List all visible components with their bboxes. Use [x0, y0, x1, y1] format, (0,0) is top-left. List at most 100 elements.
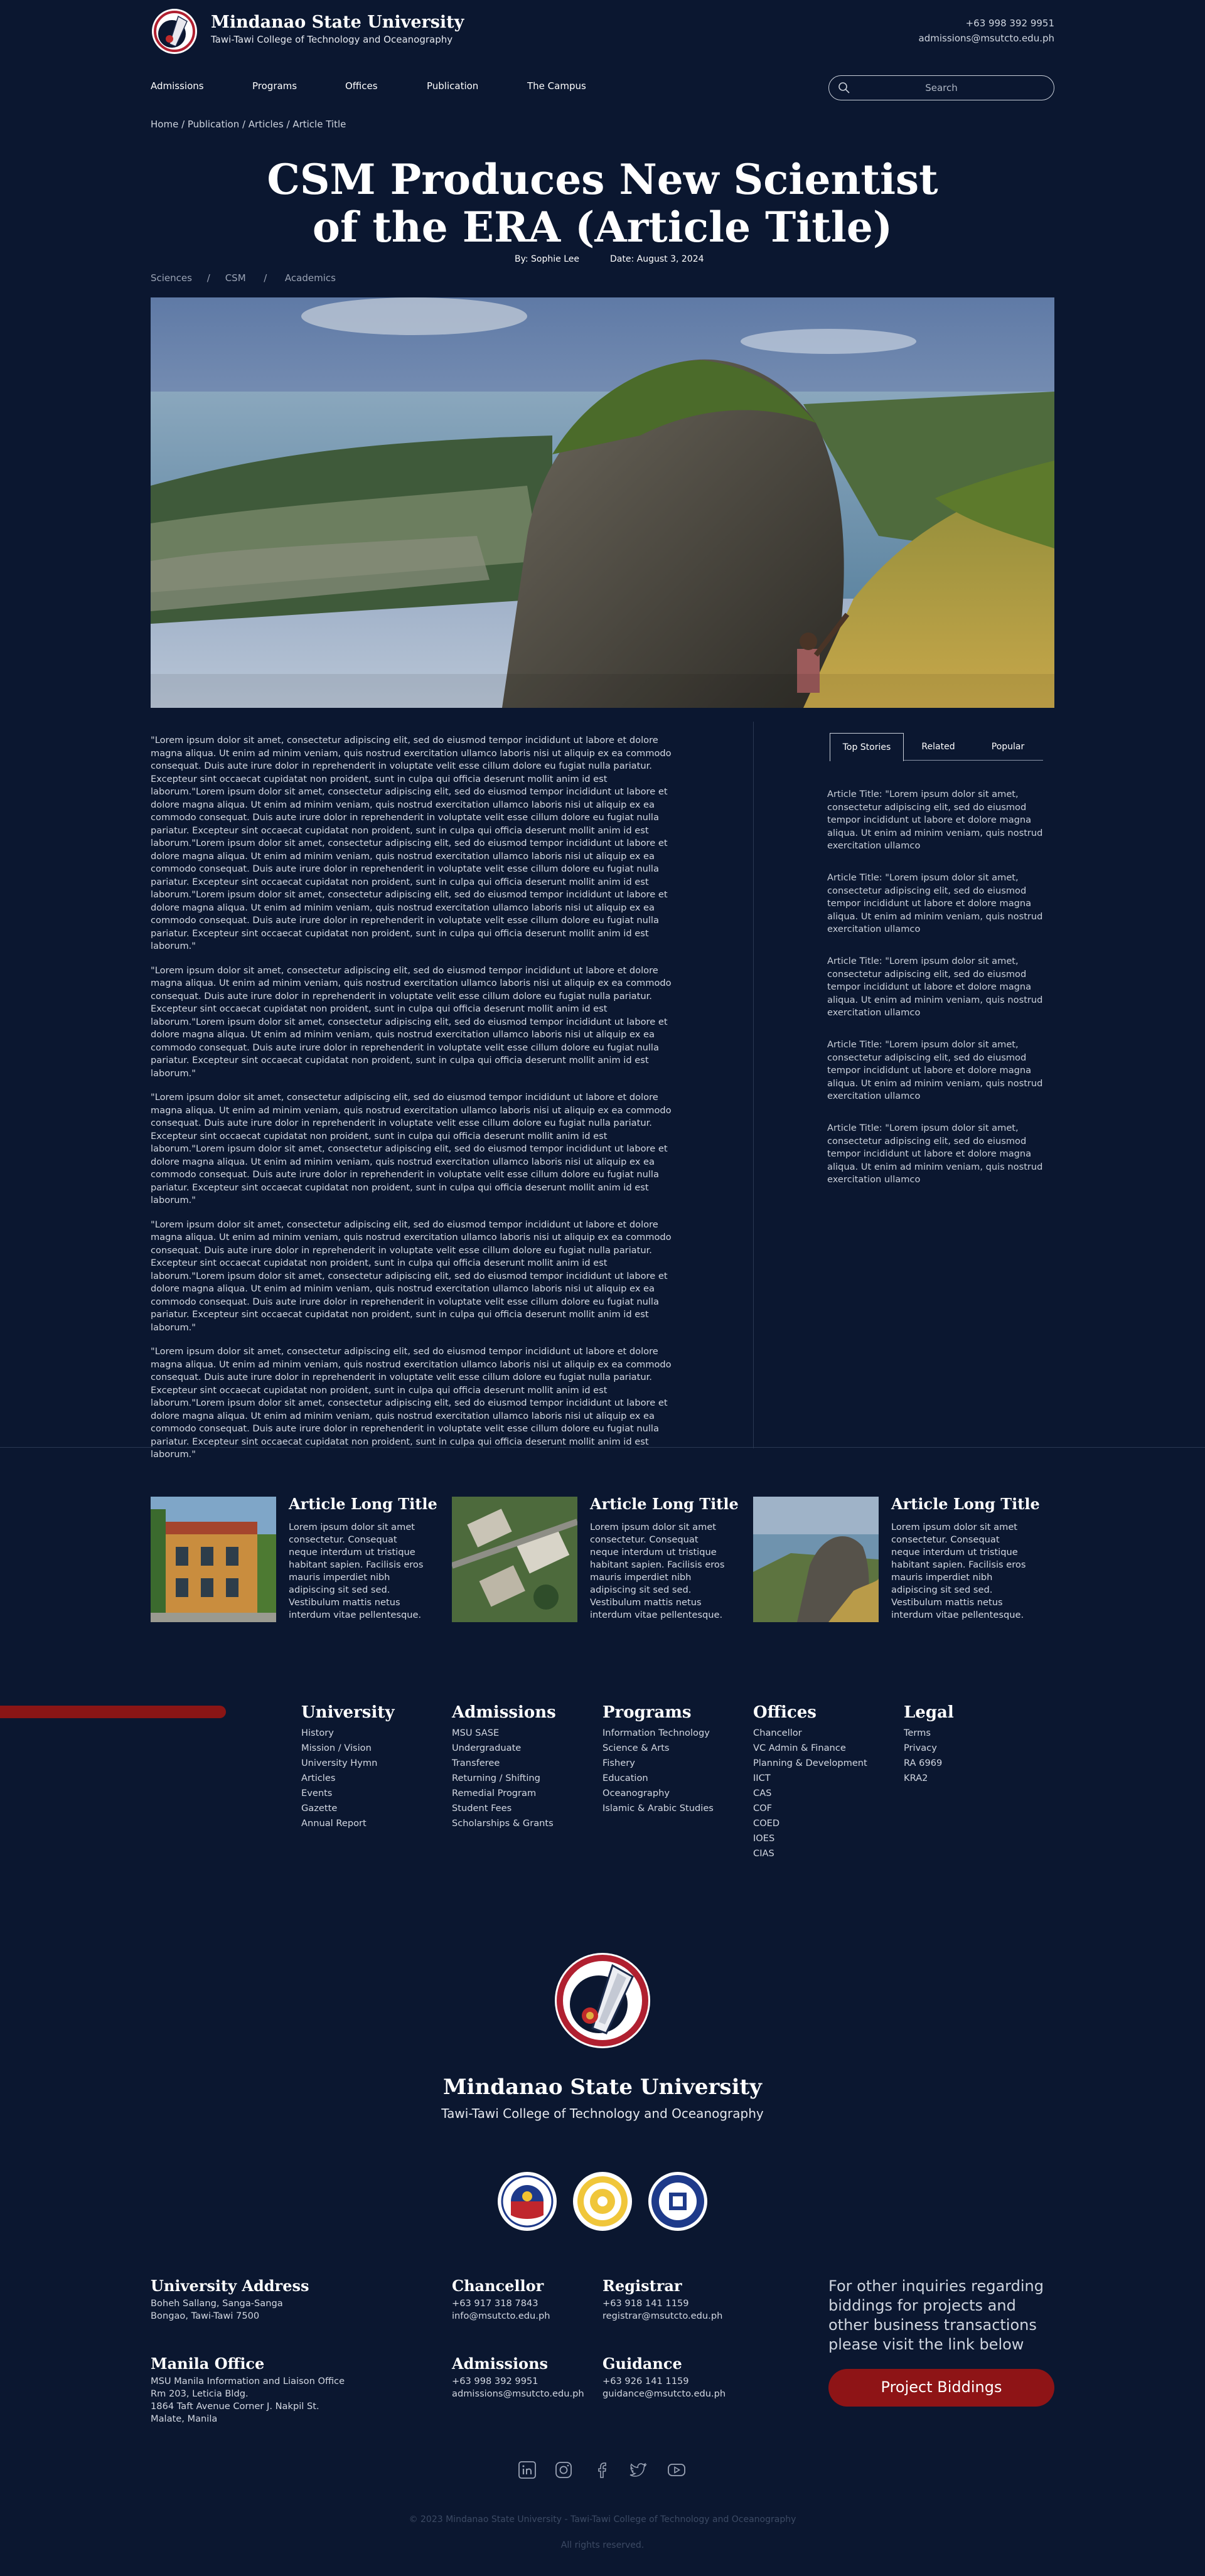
footer-link[interactable]: IICT [753, 1771, 867, 1786]
footer-link[interactable]: KRA2 [904, 1771, 954, 1786]
guidance-contact: Guidance +63 926 141 1159 guidance@msutc… [602, 2354, 726, 2400]
chancellor-contact: Chancellor +63 917 318 7843 info@msutcto… [452, 2277, 550, 2322]
contact-email[interactable]: guidance@msutcto.edu.ph [602, 2388, 726, 2400]
story-item[interactable]: Article Title: "Lorem ipsum dolor sit am… [827, 955, 1054, 1039]
header-email[interactable]: admissions@msutcto.edu.ph [919, 33, 1054, 44]
article-date: Date: August 3, 2024 [610, 254, 704, 264]
footer-link[interactable]: Remedial Program [452, 1786, 556, 1801]
article-paragraph: "Lorem ipsum dolor sit amet, consectetur… [151, 1092, 672, 1205]
footer-link[interactable]: Transferee [452, 1756, 556, 1771]
column-divider [753, 722, 754, 1448]
story-item[interactable]: Article Title: "Lorem ipsum dolor sit am… [827, 788, 1054, 872]
footer-link[interactable]: CAS [753, 1786, 867, 1801]
main-nav: Admissions Programs Offices Publication … [151, 80, 586, 92]
footer-link[interactable]: Annual Report [301, 1816, 394, 1831]
card-title[interactable]: Article Long Title [289, 1495, 437, 1513]
nav-publication[interactable]: Publication [427, 80, 527, 92]
footer-link[interactable]: IOES [753, 1831, 867, 1846]
footer-link[interactable]: Returning / Shifting [452, 1771, 556, 1786]
contact-line: 1864 Taft Avenue Corner J. Nakpil St. [151, 2401, 319, 2412]
card-excerpt: Lorem ipsum dolor sit amet consectetur. … [891, 1522, 1026, 1620]
article-paragraph: "Lorem ipsum dolor sit amet, consectetur… [151, 1219, 672, 1333]
footer-link[interactable]: Privacy [904, 1741, 954, 1756]
footer-link[interactable]: MSU SASE [452, 1726, 556, 1741]
registrar-contact: Registrar +63 918 141 1159 registrar@msu… [602, 2277, 722, 2322]
card-image[interactable] [753, 1497, 879, 1622]
nav-offices[interactable]: Offices [345, 80, 427, 92]
twitter-icon[interactable] [628, 2460, 648, 2480]
footer-link[interactable]: RA 6969 [904, 1756, 954, 1771]
government-seal-logo [498, 2172, 557, 2231]
contact-line: Bongao, Tawi-Tawi 7500 [151, 2311, 260, 2321]
tab-top-stories[interactable]: Top Stories [830, 733, 904, 761]
nav-the-campus[interactable]: The Campus [527, 80, 586, 92]
youtube-icon[interactable] [667, 2460, 687, 2480]
footer-link[interactable]: Articles [301, 1771, 394, 1786]
article-tags[interactable]: Sciences / CSM / Academics [151, 272, 336, 284]
card-image[interactable] [151, 1497, 276, 1622]
article-title-line-2: of the ERA (Article Title) [312, 203, 893, 252]
contact-title: Admissions [452, 2354, 549, 2373]
header-phone: +63 998 392 9951 [965, 18, 1054, 29]
nav-admissions[interactable]: Admissions [151, 80, 252, 92]
footer-column-title: Legal [904, 1703, 954, 1722]
footer-link[interactable]: Science & Arts [602, 1741, 714, 1756]
footer-link[interactable]: Planning & Development [753, 1756, 867, 1771]
ched-seal-logo [573, 2172, 632, 2231]
footer-link[interactable]: VC Admin & Finance [753, 1741, 867, 1756]
contact-email[interactable]: registrar@msutcto.edu.ph [602, 2310, 722, 2322]
footer-link[interactable]: Oceanography [602, 1786, 714, 1801]
footer-link[interactable]: Terms [904, 1726, 954, 1741]
footer-link[interactable]: COED [753, 1816, 867, 1831]
footer-link[interactable]: Education [602, 1771, 714, 1786]
linkedin-icon[interactable] [517, 2460, 537, 2480]
footer-link[interactable]: Information Technology [602, 1726, 714, 1741]
tab-related[interactable]: Related [904, 733, 973, 761]
search-input[interactable]: Search [828, 75, 1054, 100]
article-paragraph: "Lorem ipsum dolor sit amet, consectetur… [151, 735, 672, 951]
story-item[interactable]: Article Title: "Lorem ipsum dolor sit am… [827, 872, 1054, 955]
tab-popular[interactable]: Popular [973, 733, 1043, 761]
footer-link[interactable]: Student Fees [452, 1801, 556, 1816]
contact-email[interactable]: info@msutcto.edu.ph [452, 2310, 550, 2322]
footer-link[interactable]: Scholarships & Grants [452, 1816, 556, 1831]
breadcrumb[interactable]: Home / Publication / Articles / Article … [151, 119, 346, 130]
facebook-icon[interactable] [592, 2460, 613, 2480]
footer-link[interactable]: University Hymn [301, 1756, 394, 1771]
nav-programs[interactable]: Programs [252, 80, 345, 92]
story-item[interactable]: Article Title: "Lorem ipsum dolor sit am… [827, 1039, 1054, 1122]
footer-college-name: Tawi-Tawi College of Technology and Ocea… [441, 2106, 764, 2121]
footer-column-university: University History Mission / Vision Univ… [301, 1703, 394, 1831]
footer-link[interactable]: CIAS [753, 1846, 867, 1861]
deped-seal-logo [648, 2172, 707, 2231]
footer-column-title: Programs [602, 1703, 692, 1722]
card-image[interactable] [452, 1497, 577, 1622]
card-title[interactable]: Article Long Title [891, 1495, 1040, 1513]
footer-link[interactable]: Events [301, 1786, 394, 1801]
hero-image [151, 297, 1054, 708]
card-excerpt: Lorem ipsum dolor sit amet consectetur. … [590, 1522, 725, 1620]
contact-title: Chancellor [452, 2277, 544, 2295]
footer-link[interactable]: COF [753, 1801, 867, 1816]
inquiry-text: For other inquiries regarding biddings f… [828, 2277, 1044, 2353]
footer-column-admissions: Admissions MSU SASE Undergraduate Transf… [452, 1703, 556, 1831]
copyright-text: © 2023 Mindanao State University - Tawi-… [409, 2515, 796, 2525]
footer-link[interactable]: History [301, 1726, 394, 1741]
footer-link[interactable]: Fishery [602, 1756, 714, 1771]
admissions-contact: Admissions +63 998 392 9951 admissions@m… [452, 2354, 584, 2400]
contact-title: Guidance [602, 2354, 682, 2373]
brand-name[interactable]: Mindanao State University [211, 13, 464, 32]
instagram-icon[interactable] [554, 2460, 574, 2480]
footer-link[interactable]: Mission / Vision [301, 1741, 394, 1756]
university-logo[interactable] [151, 8, 198, 55]
contact-email[interactable]: admissions@msutcto.edu.ph [452, 2388, 584, 2400]
story-item[interactable]: Article Title: "Lorem ipsum dolor sit am… [827, 1122, 1054, 1205]
footer-link[interactable]: Chancellor [753, 1726, 867, 1741]
footer-link[interactable]: Gazette [301, 1801, 394, 1816]
project-biddings-button[interactable]: Project Biddings [828, 2369, 1054, 2407]
article-paragraph: "Lorem ipsum dolor sit amet, consectetur… [151, 1346, 672, 1460]
card-title[interactable]: Article Long Title [590, 1495, 739, 1513]
card-excerpt: Lorem ipsum dolor sit amet consectetur. … [289, 1522, 424, 1620]
footer-link[interactable]: Undergraduate [452, 1741, 556, 1756]
footer-link[interactable]: Islamic & Arabic Studies [602, 1801, 714, 1816]
